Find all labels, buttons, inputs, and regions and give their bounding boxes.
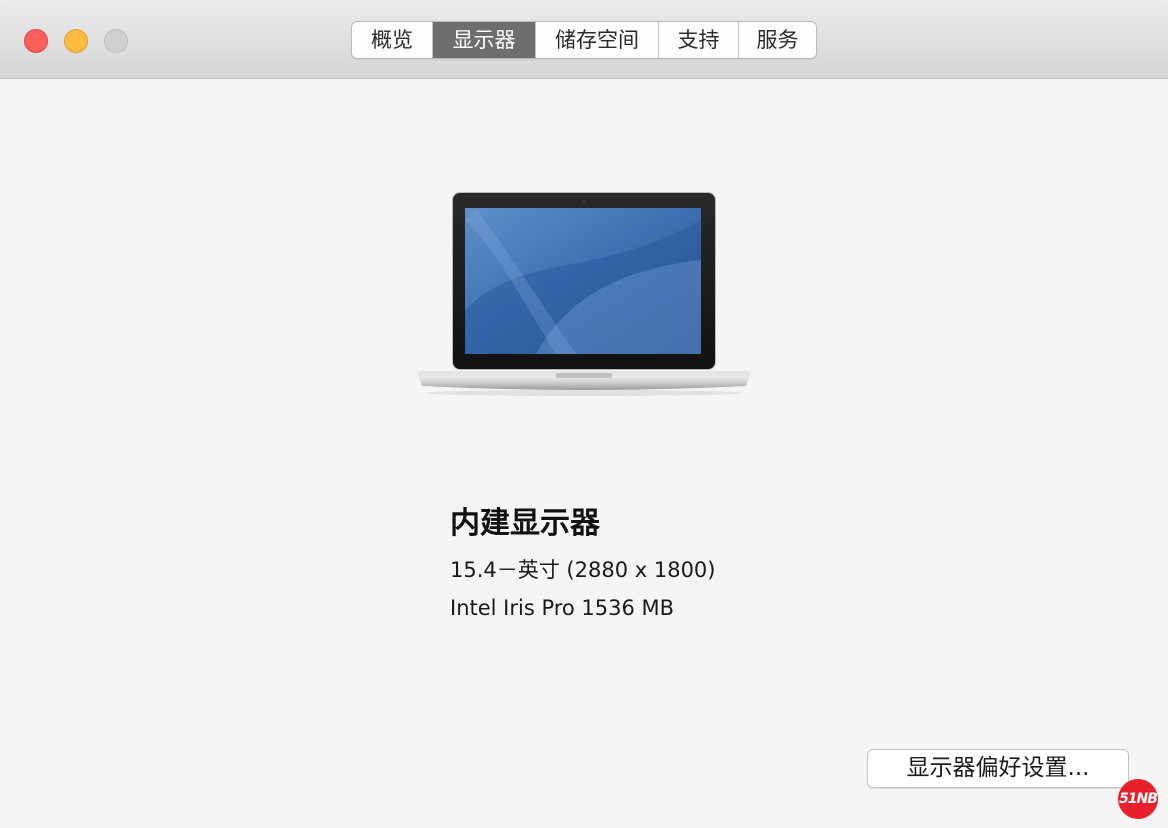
- tab-overview[interactable]: 概览: [352, 22, 432, 58]
- tab-bar: 概览 显示器 储存空间 支持 服务: [351, 21, 817, 59]
- tab-storage[interactable]: 储存空间: [535, 22, 658, 58]
- display-name: 内建显示器: [450, 506, 600, 541]
- zoom-window-button[interactable]: [104, 29, 128, 53]
- minimize-window-button[interactable]: [64, 29, 88, 53]
- graphics-card: Intel Iris Pro 1536 MB: [450, 596, 675, 620]
- close-window-button[interactable]: [24, 29, 48, 53]
- macbook-pro-laptop-icon: [418, 192, 750, 396]
- tab-displays[interactable]: 显示器: [432, 22, 535, 58]
- watermark-logo: 51NB: [1118, 779, 1158, 819]
- display-size-resolution: 15.4－英寸 (2880 x 1800): [450, 558, 716, 582]
- tab-support[interactable]: 支持: [658, 22, 738, 58]
- display-preferences-button[interactable]: 显示器偏好设置...: [867, 749, 1129, 788]
- about-this-mac-window: 概览 显示器 储存空间 支持 服务 内建显示器 15.4－英寸 (2880 x …: [0, 0, 1168, 828]
- title-bar: 概览 显示器 储存空间 支持 服务: [0, 0, 1168, 79]
- tab-service[interactable]: 服务: [738, 22, 816, 58]
